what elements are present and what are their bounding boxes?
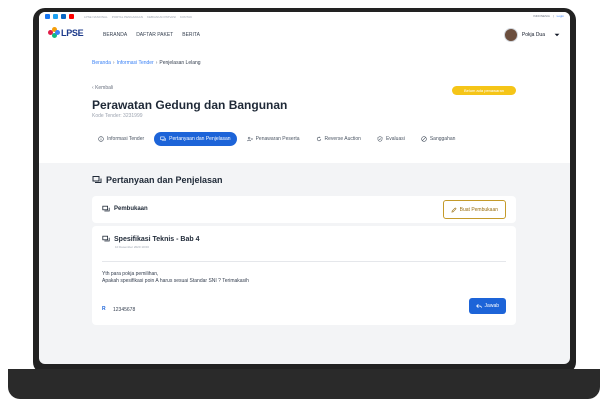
- pembukaan-title-text: Pembukaan: [114, 206, 148, 212]
- chat-icon: [102, 235, 110, 242]
- chevron-left-icon: ‹: [92, 85, 94, 91]
- laptop-base: [8, 369, 600, 399]
- block-icon: [421, 136, 427, 142]
- user-menu[interactable]: Pokja Dua: [503, 28, 560, 42]
- pembukaan-title: Pembukaan: [102, 205, 148, 213]
- breadcrumb-item: Penjelasan Lelang: [159, 60, 201, 66]
- browser-screen: LPSE NASIONAL PORTAL PENGADAAN KEBIJAKAN…: [39, 12, 570, 364]
- back-label: Kembali: [95, 85, 114, 91]
- breadcrumb-item[interactable]: Beranda: [92, 60, 111, 66]
- back-link[interactable]: ‹ Kembali: [92, 85, 113, 91]
- facebook-icon[interactable]: [45, 14, 50, 19]
- user-name: Pokja Dua: [521, 32, 545, 38]
- page-header: Beranda › Informasi Tender › Penjelasan …: [39, 50, 570, 163]
- top-link[interactable]: PORTAL PENGADAAN: [112, 15, 143, 19]
- pencil-icon: [451, 206, 457, 213]
- logo[interactable]: LPSE: [48, 27, 84, 39]
- thread-title-text: Spesifikasi Teknis - Bab 4: [114, 235, 200, 243]
- tender-code: Kode Tender: 3231999: [92, 113, 143, 119]
- language-link[interactable]: INDONESIA: [533, 14, 550, 18]
- user-badge-icon: R: [102, 306, 106, 312]
- linkedin-icon[interactable]: [61, 14, 66, 19]
- status-badge: Belum ada penawaran: [452, 86, 516, 95]
- info-icon: [98, 136, 104, 142]
- tab-sanggahan[interactable]: Sanggahan: [415, 132, 462, 146]
- message-line: Yth para pokja pemilihan,: [102, 271, 159, 277]
- main-menu: BERANDA DAFTAR PAKET BERITA: [103, 32, 200, 38]
- buat-pembukaan-label: Buat Pembukaan: [459, 206, 498, 213]
- users-icon: [246, 136, 253, 142]
- logo-text: LPSE: [61, 28, 84, 38]
- page-title: Perawatan Gedung dan Bangunan: [92, 98, 288, 112]
- thread-author: R 12345678: [102, 306, 135, 313]
- top-link[interactable]: KEBIJAKAN PRIVASI: [147, 15, 176, 19]
- buat-pembukaan-button[interactable]: Buat Pembukaan: [442, 200, 506, 219]
- section-title-text: Pertanyaan dan Penjelasan: [106, 175, 223, 185]
- tab-informasi-tender[interactable]: Informasi Tender: [92, 132, 150, 146]
- reply-icon: [475, 303, 482, 309]
- tab-label: Informasi Tender: [107, 136, 145, 142]
- chat-icon: [160, 136, 166, 141]
- tab-label: Penawaran Peserta: [255, 136, 300, 142]
- top-right: INDONESIA | Login: [533, 14, 564, 18]
- tab-bar: Informasi Tender Pertanyaan dan Penjelas…: [92, 132, 461, 146]
- login-link[interactable]: Login: [557, 14, 564, 18]
- chevron-down-icon: [554, 33, 560, 37]
- menu-item-beranda[interactable]: BERANDA: [103, 32, 127, 38]
- thread-title: Spesifikasi Teknis - Bab 4: [102, 235, 199, 243]
- tab-label: Reverse Auction: [324, 136, 361, 142]
- main-navbar: LPSE BERANDA DAFTAR PAKET BERITA Pokja D…: [39, 21, 570, 51]
- section-title: Pertanyaan dan Penjelasan: [92, 175, 223, 185]
- avatar: [503, 28, 518, 42]
- tab-label: Sanggahan: [429, 136, 456, 142]
- youtube-icon[interactable]: [69, 14, 74, 19]
- thread-message: Yth para pokja pemilihan, Apakah spesifi…: [102, 271, 249, 285]
- tab-label: Evaluasi: [385, 136, 405, 142]
- divider: [102, 261, 506, 262]
- menu-item-berita[interactable]: BERITA: [182, 32, 200, 38]
- shield-check-icon: [377, 136, 383, 142]
- menu-item-daftar-paket[interactable]: DAFTAR PAKET: [136, 32, 173, 38]
- breadcrumb-item[interactable]: Informasi Tender: [117, 60, 154, 66]
- top-links: LPSE NASIONAL PORTAL PENGADAAN KEBIJAKAN…: [84, 15, 192, 19]
- tab-reverse-auction[interactable]: Reverse Auction: [310, 132, 367, 146]
- logo-mark-icon: [48, 27, 60, 39]
- message-line: Apakah spesifikasi poin A harus sesuai S…: [102, 278, 249, 284]
- chat-icon: [102, 205, 110, 212]
- tab-label: Pertanyaan dan Penjelasan: [169, 136, 231, 142]
- jawab-label: Jawab: [484, 303, 499, 309]
- tab-penawaran-peserta[interactable]: Penawaran Peserta: [241, 132, 306, 146]
- refresh-icon: [316, 136, 321, 142]
- author-id: 12345678: [113, 306, 136, 313]
- pembukaan-card: Pembukaan Buat Pembukaan: [92, 196, 516, 223]
- chat-icon: [92, 176, 102, 183]
- jawab-button[interactable]: Jawab: [468, 298, 506, 314]
- tab-evaluasi[interactable]: Evaluasi: [371, 132, 411, 146]
- thread-date: 10 Desember 2020 10:00: [115, 245, 149, 249]
- twitter-icon[interactable]: [53, 14, 58, 19]
- thread-card: Spesifikasi Teknis - Bab 4 10 Desember 2…: [92, 226, 516, 325]
- top-link[interactable]: LPSE NASIONAL: [84, 15, 108, 19]
- tab-pertanyaan-penjelasan[interactable]: Pertanyaan dan Penjelasan: [154, 132, 237, 146]
- breadcrumb: Beranda › Informasi Tender › Penjelasan …: [92, 60, 201, 66]
- top-link[interactable]: KONTAK: [180, 15, 192, 19]
